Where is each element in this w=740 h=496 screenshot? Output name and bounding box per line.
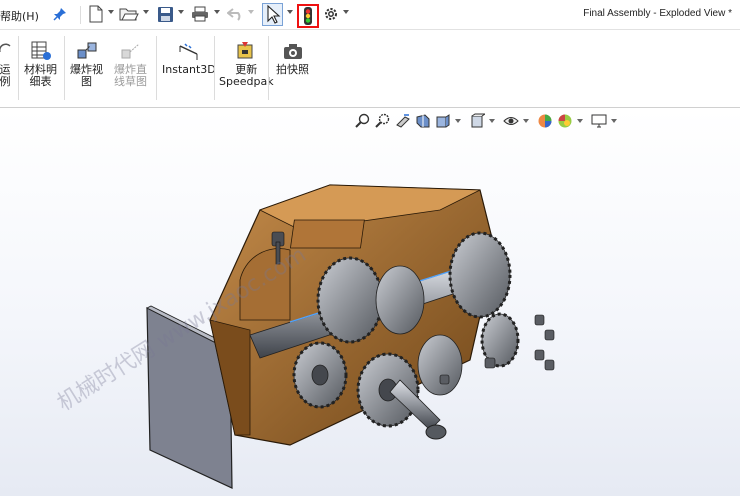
- motion-icon: [0, 43, 11, 52]
- update-speedpak-button[interactable]: 更新 Speedpak: [219, 40, 274, 88]
- command-manager: 运 例 材料明 细表 爆炸视 图 爆炸直 线草图 Instant3D 更新 Sp…: [0, 30, 740, 108]
- explode-line-sketch-button[interactable]: 爆炸直 线草图: [114, 40, 147, 88]
- hide-show-dropdown-icon[interactable]: [523, 119, 529, 123]
- save-icon[interactable]: [155, 4, 175, 24]
- explode-line-sketch-label: 爆炸直 线草图: [114, 63, 147, 88]
- camera-icon: [283, 44, 302, 59]
- explode-line-sketch-icon: [121, 43, 139, 59]
- take-snapshot-label: 拍快照: [276, 63, 309, 76]
- view-orientation-dropdown-icon[interactable]: [455, 119, 461, 123]
- ribbon-separator: [268, 36, 269, 100]
- instant3d-button[interactable]: Instant3D: [162, 40, 216, 76]
- options-gear-icon[interactable]: [321, 4, 341, 24]
- open-dropdown-icon[interactable]: [143, 10, 149, 14]
- ribbon-separator: [214, 36, 215, 100]
- zoom-to-area-icon[interactable]: [375, 113, 391, 129]
- new-document-icon[interactable]: [86, 4, 106, 24]
- title-bar: 帮助(H) Final Assembly - Exploded View *: [0, 0, 740, 30]
- undo-icon[interactable]: [226, 4, 246, 24]
- rebuild-traffic-light-highlight[interactable]: [297, 4, 319, 28]
- take-snapshot-button[interactable]: 拍快照: [276, 40, 309, 76]
- ribbon-separator: [64, 36, 65, 100]
- instant3d-icon: [179, 43, 198, 60]
- motion-study-label: 运 例: [0, 63, 11, 88]
- hide-show-items-icon[interactable]: [503, 113, 519, 129]
- print-icon[interactable]: [190, 4, 210, 24]
- traffic-light-icon: [304, 7, 312, 25]
- bill-of-materials-label: 材料明 细表: [24, 63, 57, 88]
- section-view-icon[interactable]: [415, 113, 431, 129]
- display-style-icon[interactable]: [469, 113, 485, 129]
- view-settings-dropdown-icon[interactable]: [611, 119, 617, 123]
- select-icon: [267, 4, 281, 24]
- display-style-dropdown-icon[interactable]: [489, 119, 495, 123]
- edit-appearance-icon[interactable]: [537, 113, 553, 129]
- instant3d-label: Instant3D: [162, 63, 216, 76]
- bill-of-materials-button[interactable]: 材料明 细表: [24, 40, 57, 88]
- ribbon-separator: [156, 36, 157, 100]
- dynamic-annotation-views-icon[interactable]: [435, 113, 451, 129]
- apply-scene-icon[interactable]: [557, 113, 573, 129]
- print-dropdown-icon[interactable]: [214, 10, 220, 14]
- open-icon[interactable]: [119, 4, 139, 24]
- exploded-view-button[interactable]: 爆炸视 图: [70, 40, 103, 88]
- options-dropdown-icon[interactable]: [343, 10, 349, 14]
- ribbon-separator: [18, 36, 19, 100]
- new-dropdown-icon[interactable]: [108, 10, 114, 14]
- pin-icon[interactable]: [50, 4, 70, 24]
- zoom-to-fit-icon[interactable]: [355, 113, 371, 129]
- exploded-view-icon: [77, 42, 96, 59]
- select-dropdown-icon[interactable]: [287, 10, 293, 14]
- exploded-view-label: 爆炸视 图: [70, 63, 103, 88]
- update-speedpak-label: 更新 Speedpak: [219, 63, 274, 88]
- motion-study-button[interactable]: 运 例: [0, 40, 12, 88]
- document-title: Final Assembly - Exploded View *: [583, 8, 732, 19]
- view-settings-icon[interactable]: [591, 113, 607, 129]
- apply-scene-dropdown-icon[interactable]: [577, 119, 583, 123]
- undo-dropdown-icon[interactable]: [248, 10, 254, 14]
- select-button[interactable]: [262, 3, 283, 26]
- menu-help[interactable]: 帮助(H): [0, 8, 39, 24]
- heads-up-view-toolbar: [355, 112, 621, 130]
- exploded-gearbox-model[interactable]: [140, 180, 580, 490]
- previous-view-icon[interactable]: [395, 113, 411, 129]
- bom-table-icon: [31, 41, 51, 60]
- save-dropdown-icon[interactable]: [178, 10, 184, 14]
- speedpak-icon: [237, 42, 253, 59]
